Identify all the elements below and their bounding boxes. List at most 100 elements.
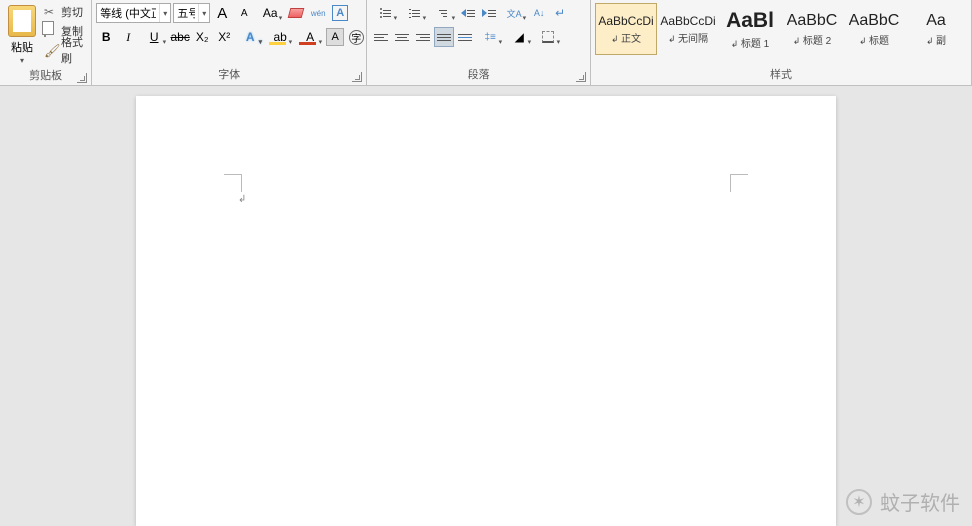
- margin-marker-icon: [730, 174, 748, 192]
- char-shading-button[interactable]: A: [326, 28, 344, 46]
- color-swatch-icon: [269, 42, 286, 45]
- group-label-paragraph: 段落: [367, 64, 590, 86]
- style-name: ↲ 正文: [611, 30, 641, 45]
- style-preview: AaBbC: [787, 12, 838, 30]
- cut-button[interactable]: ✂ 剪切: [40, 3, 87, 21]
- char-border-button[interactable]: A: [330, 3, 350, 23]
- grow-font-button[interactable]: A: [212, 3, 232, 23]
- chevron-down-icon[interactable]: ▾: [198, 4, 209, 22]
- format-painter-button[interactable]: 🖌 格式刷: [40, 41, 87, 59]
- bold-button[interactable]: B: [96, 27, 116, 47]
- shrink-font-button[interactable]: A: [234, 3, 254, 23]
- margin-marker-icon: [224, 174, 242, 192]
- font-size-combo[interactable]: ▾: [173, 3, 210, 23]
- chevron-down-icon[interactable]: ▾: [159, 4, 170, 22]
- increase-indent-button[interactable]: [479, 3, 499, 23]
- indent-icon: [482, 9, 496, 17]
- multilevel-list-button[interactable]: [429, 3, 457, 23]
- asian-layout-button[interactable]: 文A: [500, 3, 528, 23]
- enclose-char-button[interactable]: 字: [346, 27, 366, 47]
- circle-a-icon: 字: [349, 30, 364, 45]
- style-item[interactable]: AaBbCcDi ↲ 无间隔: [657, 3, 719, 55]
- page[interactable]: ↲: [136, 96, 836, 526]
- scissors-icon: ✂: [44, 5, 58, 19]
- numbering-button[interactable]: [400, 3, 428, 23]
- watermark: ✶ 蚊子软件: [846, 487, 960, 516]
- align-center-button[interactable]: [392, 27, 412, 47]
- change-case-button[interactable]: Aa: [256, 3, 284, 23]
- multilevel-icon: [439, 10, 447, 17]
- paragraph-mark-icon: ↲: [238, 194, 246, 205]
- style-name: ↲ 标题: [859, 32, 889, 47]
- clipboard-icon: [8, 5, 36, 37]
- underline-button[interactable]: U: [140, 27, 168, 47]
- font-family-combo[interactable]: ▾: [96, 3, 171, 23]
- style-name: ↲ 标题 2: [793, 32, 831, 47]
- clear-formatting-button[interactable]: [286, 3, 306, 23]
- align-center-icon: [395, 34, 409, 41]
- style-name: ↲ 标题 1: [731, 35, 769, 50]
- font-family-input[interactable]: [97, 4, 159, 22]
- document-area: ↲: [0, 86, 972, 526]
- align-distribute-button[interactable]: [455, 27, 475, 47]
- style-name: ↲ 无间隔: [668, 30, 708, 45]
- decrease-indent-button[interactable]: [458, 3, 478, 23]
- shading-button[interactable]: ◢: [505, 27, 533, 47]
- style-preview: AaBbCcDi: [598, 14, 653, 28]
- line-spacing-icon: ‡≡: [484, 32, 495, 43]
- highlight-button[interactable]: ab: [266, 27, 294, 47]
- sort-button[interactable]: A↓: [529, 3, 549, 23]
- bullets-button[interactable]: [371, 3, 399, 23]
- style-preview: AaBbC: [849, 12, 900, 30]
- dialog-launcher-icon[interactable]: [77, 73, 87, 83]
- align-right-button[interactable]: [413, 27, 433, 47]
- chevron-down-icon: ▾: [20, 56, 24, 65]
- strikethrough-button[interactable]: abc: [170, 27, 190, 47]
- font-size-input[interactable]: [174, 4, 198, 22]
- group-clipboard: 粘贴 ▾ ✂ 剪切 复制 🖌 格式刷 剪贴板: [0, 0, 92, 86]
- outdent-icon: [461, 9, 475, 17]
- paste-button[interactable]: 粘贴 ▾: [4, 3, 40, 65]
- line-spacing-button[interactable]: ‡≡: [476, 27, 504, 47]
- show-marks-button[interactable]: ↵: [550, 3, 570, 23]
- group-label-styles: 样式: [591, 64, 971, 86]
- align-justify-button[interactable]: [434, 27, 454, 47]
- brush-icon: 🖌: [44, 43, 58, 57]
- eraser-icon: [288, 8, 305, 18]
- numbering-icon: [409, 9, 420, 18]
- align-right-icon: [416, 34, 430, 41]
- superscript-button[interactable]: X²: [214, 27, 234, 47]
- border-icon: [542, 31, 554, 43]
- ribbon: 粘贴 ▾ ✂ 剪切 复制 🖌 格式刷 剪贴板: [0, 0, 972, 86]
- border-a-icon: A: [332, 5, 348, 21]
- phonetic-guide-button[interactable]: wén: [308, 3, 328, 23]
- bullets-icon: [380, 8, 391, 18]
- group-font: ▾ ▾ A A Aa wén A B I U: [92, 0, 367, 86]
- text-effects-button[interactable]: A: [236, 27, 264, 47]
- align-left-button[interactable]: [371, 27, 391, 47]
- style-item[interactable]: Aa↲ 副: [905, 3, 967, 55]
- group-paragraph: 文A A↓ ↵ ‡≡ ◢ 段落: [367, 0, 591, 86]
- copy-icon: [44, 24, 58, 38]
- color-swatch-icon: [299, 42, 316, 45]
- sort-icon: A↓: [534, 8, 545, 18]
- italic-button[interactable]: I: [118, 27, 138, 47]
- style-preview: AaBbCcDi: [660, 14, 715, 28]
- font-color-button[interactable]: A: [296, 27, 324, 47]
- subscript-button[interactable]: X₂: [192, 27, 212, 47]
- style-item[interactable]: AaBbC ↲ 标题 2: [781, 3, 843, 55]
- style-item[interactable]: AaBl ↲ 标题 1: [719, 3, 781, 55]
- group-styles: AaBbCcDi ↲ 正文 AaBbCcDi ↲ 无间隔 AaBl ↲ 标题 1 AaBbC…: [591, 0, 972, 86]
- style-item[interactable]: AaBbCcDi ↲ 正文: [595, 3, 657, 55]
- style-preview: AaBl: [726, 9, 774, 33]
- align-justify-icon: [437, 34, 451, 41]
- dialog-launcher-icon[interactable]: [576, 72, 586, 82]
- style-item[interactable]: AaBbC ↲ 标题: [843, 3, 905, 55]
- borders-button[interactable]: [534, 27, 562, 47]
- group-label-clipboard: 剪贴板: [0, 65, 91, 87]
- bucket-icon: ◢: [515, 30, 524, 44]
- style-name: ↲ 副: [926, 32, 946, 47]
- styles-gallery[interactable]: AaBbCcDi ↲ 正文 AaBbCcDi ↲ 无间隔 AaBl ↲ 标题 1 AaBbC…: [595, 1, 967, 57]
- dialog-launcher-icon[interactable]: [352, 72, 362, 82]
- align-distribute-icon: [458, 34, 472, 41]
